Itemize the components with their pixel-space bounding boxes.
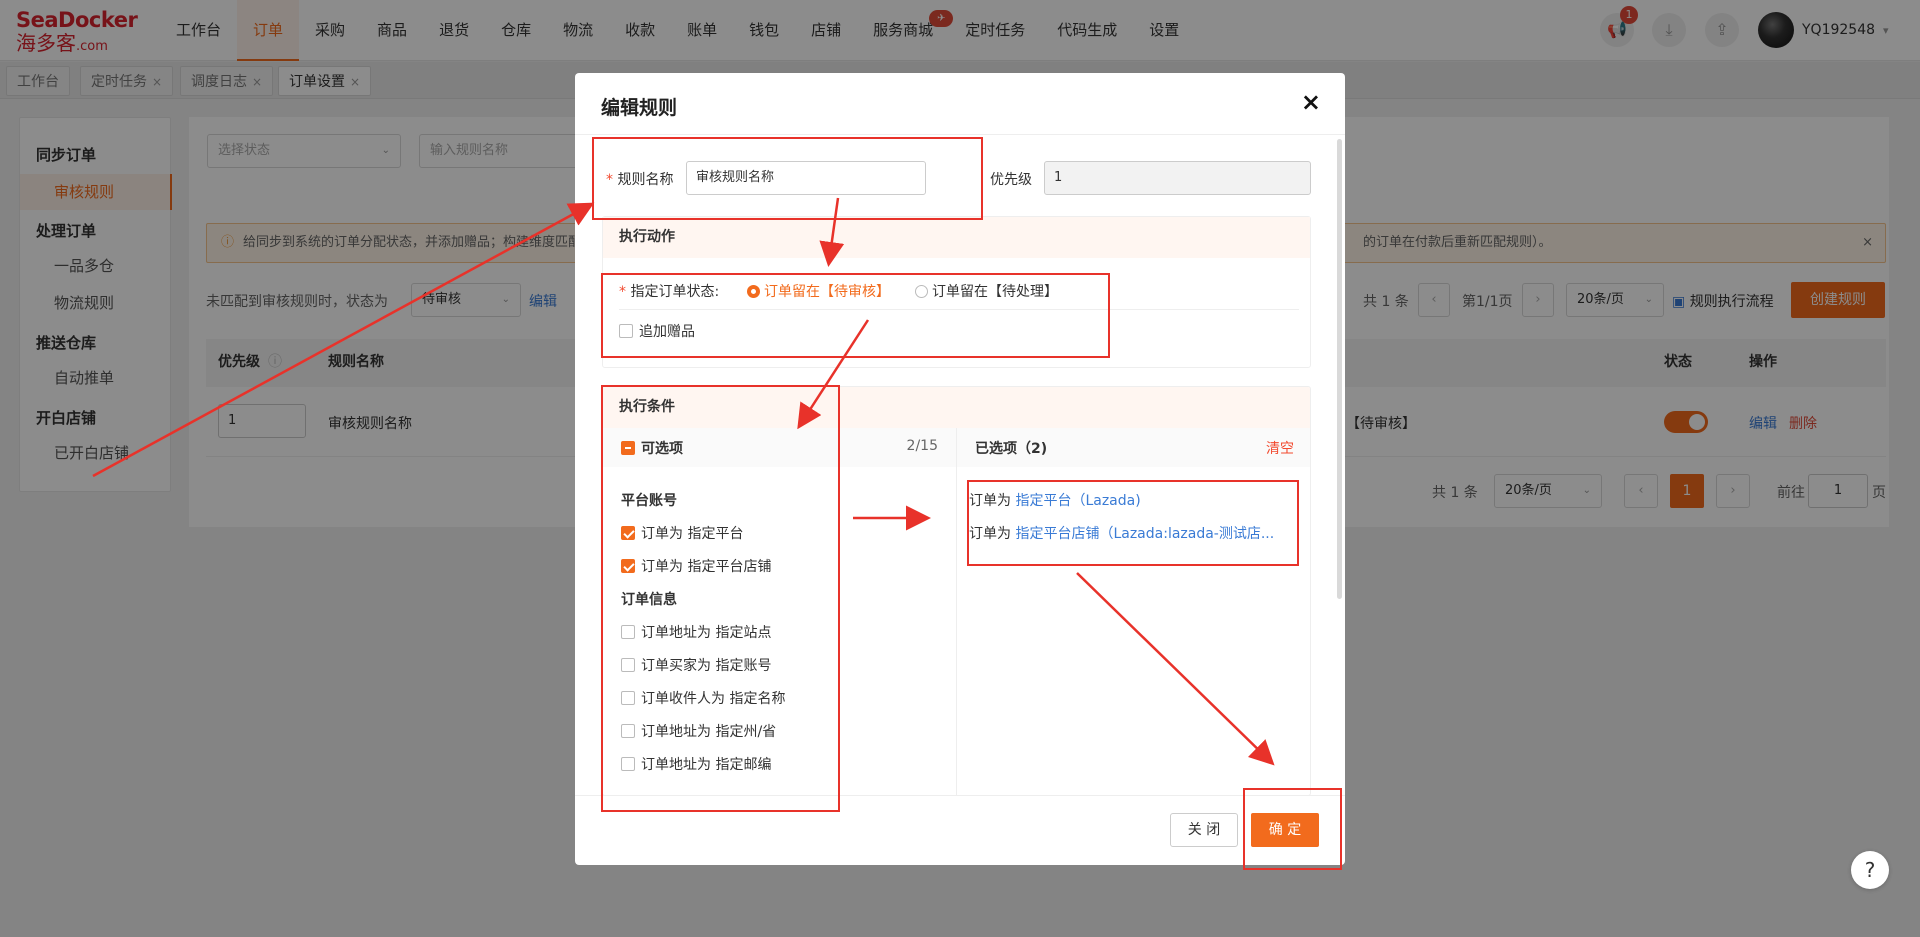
annotation-box-available-options xyxy=(601,385,840,812)
available-count: 2/15 xyxy=(906,438,938,454)
modal-title: 编辑规则 xyxy=(601,97,678,119)
help-button[interactable]: ? xyxy=(1851,851,1889,889)
annotation-box-order-status xyxy=(601,273,1110,358)
action-section-title: 执行动作 xyxy=(603,217,1310,258)
selected-title: 已选项（2) xyxy=(975,441,1048,457)
priority-label: 优先级 xyxy=(990,172,1032,188)
close-button[interactable]: 关 闭 xyxy=(1170,813,1238,847)
modal-scrollbar[interactable] xyxy=(1337,139,1342,599)
clear-button[interactable]: 清空 xyxy=(1266,438,1294,458)
priority-field[interactable]: 1 xyxy=(1044,161,1311,195)
close-icon[interactable]: × xyxy=(1301,88,1321,116)
annotation-box-selected-options xyxy=(967,480,1299,566)
annotation-box-rule-name xyxy=(592,137,983,220)
annotation-box-confirm xyxy=(1243,788,1342,870)
divider xyxy=(575,134,1345,135)
